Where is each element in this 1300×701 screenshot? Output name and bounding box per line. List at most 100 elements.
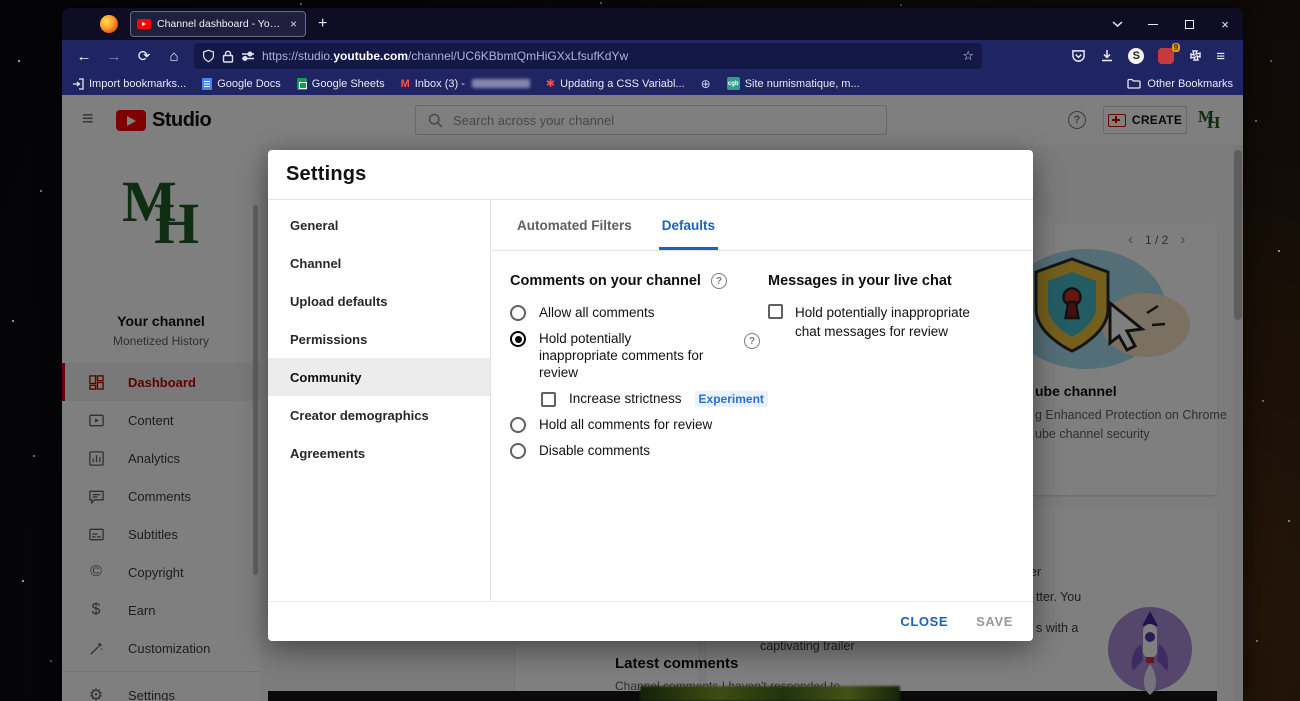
community-tabs: Automated Filters Defaults — [491, 200, 1033, 251]
option-label: Hold potentially inappropriate comments … — [539, 330, 711, 381]
settings-nav-general[interactable]: General — [268, 206, 490, 244]
app-menu-icon[interactable]: ≡ — [1216, 48, 1225, 65]
chevron-down-icon — [1112, 21, 1123, 27]
minimize-button[interactable] — [1135, 8, 1171, 40]
settings-dialog: Settings General Channel Upload defaults… — [268, 150, 1033, 641]
wallpaper-stars — [0, 0, 2, 2]
youtube-favicon — [137, 19, 151, 29]
close-window-button[interactable]: × — [1207, 8, 1243, 40]
bookmark-inbox[interactable]: M Inbox (3) - — [401, 78, 530, 90]
tab-defaults[interactable]: Defaults — [647, 200, 730, 250]
tab-automated-filters[interactable]: Automated Filters — [502, 200, 647, 250]
tab-close-icon[interactable]: × — [288, 17, 299, 31]
bookmark-globe[interactable]: ⊕ — [701, 77, 711, 91]
browser-tab[interactable]: Channel dashboard - YouTube × — [130, 11, 306, 37]
folder-icon — [1127, 78, 1141, 89]
tab-overflow-button[interactable] — [1099, 8, 1135, 40]
help-icon[interactable]: ? — [744, 333, 760, 349]
radio-icon[interactable] — [510, 443, 526, 459]
bookmark-label: Site numismatique, m... — [745, 78, 860, 90]
google-sheets-icon — [297, 78, 307, 90]
lock-icon[interactable] — [222, 50, 234, 63]
other-bookmarks-button[interactable]: Other Bookmarks — [1127, 78, 1233, 90]
maximize-button[interactable] — [1171, 8, 1207, 40]
bookmark-label: Import bookmarks... — [89, 78, 186, 90]
downloads-icon[interactable] — [1100, 49, 1114, 63]
experiment-badge: Experiment — [695, 391, 768, 407]
checkbox-icon[interactable] — [768, 304, 783, 319]
comments-section: Comments on your channel ? Allow all com… — [510, 273, 768, 601]
tracking-shield-icon[interactable] — [202, 49, 215, 63]
url-prefix: https://studio. — [262, 49, 333, 63]
dialog-footer: CLOSE SAVE — [268, 601, 1033, 641]
extension-s-icon[interactable]: S — [1128, 48, 1144, 64]
pocket-icon[interactable] — [1071, 49, 1086, 63]
defaults-content: Comments on your channel ? Allow all com… — [491, 251, 1033, 601]
url-bar[interactable]: https://studio.youtube.com/channel/UC6KB… — [194, 43, 982, 69]
save-button[interactable]: SAVE — [976, 614, 1013, 629]
bookmark-numismatique[interactable]: cgb Site numismatique, m... — [727, 77, 860, 90]
adblock-extension-icon[interactable]: 9 — [1158, 48, 1174, 64]
reload-button[interactable]: ⟳ — [130, 43, 158, 69]
bookmark-import[interactable]: Import bookmarks... — [72, 78, 186, 90]
option-hold-all-comments[interactable]: Hold all comments for review — [510, 416, 768, 433]
checkbox-icon[interactable] — [541, 392, 556, 407]
extensions-icon[interactable] — [1188, 49, 1202, 63]
close-icon: × — [1221, 17, 1229, 32]
back-button[interactable]: ← — [70, 43, 98, 69]
settings-nav-permissions[interactable]: Permissions — [268, 320, 490, 358]
settings-pane: Automated Filters Defaults Comments on y… — [490, 200, 1033, 601]
redacted-text — [472, 79, 530, 88]
bookmark-star-icon[interactable]: ☆ — [962, 48, 974, 64]
option-hold-chat-messages[interactable]: Hold potentially inappropriate chat mess… — [768, 303, 1009, 341]
toolbar-right-icons: S 9 ≡ — [1071, 48, 1235, 65]
help-icon[interactable]: ? — [711, 273, 727, 289]
url-domain: youtube.com — [333, 49, 408, 63]
s-letter: S — [1128, 48, 1144, 64]
new-tab-button[interactable]: + — [318, 15, 327, 33]
maximize-icon — [1185, 20, 1194, 29]
extension-badge: 9 — [1172, 43, 1180, 52]
settings-nav-upload-defaults[interactable]: Upload defaults — [268, 282, 490, 320]
permissions-icon[interactable] — [241, 51, 255, 61]
live-chat-heading: Messages in your live chat — [768, 273, 952, 289]
option-label: Hold all comments for review — [539, 416, 712, 433]
option-hold-inappropriate[interactable]: Hold potentially inappropriate comments … — [510, 330, 768, 381]
live-chat-section: Messages in your live chat Hold potentia… — [768, 273, 1009, 601]
option-increase-strictness[interactable]: Increase strictness Experiment — [541, 390, 768, 407]
strictness-label: Increase strictness — [569, 390, 682, 407]
option-disable-comments[interactable]: Disable comments — [510, 442, 768, 459]
url-text[interactable]: https://studio.youtube.com/channel/UC6KB… — [262, 49, 955, 63]
bookmarks-bar: Import bookmarks... Google Docs Google S… — [62, 72, 1243, 95]
cgb-icon: cgb — [727, 77, 740, 90]
comments-heading: Comments on your channel — [510, 273, 701, 289]
settings-nav-channel[interactable]: Channel — [268, 244, 490, 282]
firefox-icon[interactable] — [100, 15, 118, 33]
close-button[interactable]: CLOSE — [900, 614, 948, 629]
radio-icon[interactable] — [510, 305, 526, 321]
settings-nav-agreements[interactable]: Agreements — [268, 434, 490, 472]
bookmark-google-docs[interactable]: Google Docs — [202, 78, 281, 90]
bookmark-css-variable[interactable]: ✱ Updating a CSS Variabl... — [546, 77, 685, 90]
forward-button[interactable]: → — [100, 43, 128, 69]
bookmark-google-sheets[interactable]: Google Sheets — [297, 78, 385, 90]
settings-nav-creator-demographics[interactable]: Creator demographics — [268, 396, 490, 434]
dialog-body: General Channel Upload defaults Permissi… — [268, 200, 1033, 601]
asterisk-icon: ✱ — [546, 77, 555, 90]
settings-nav-community[interactable]: Community — [268, 358, 490, 396]
minimize-icon — [1148, 24, 1158, 25]
radio-selected-icon[interactable] — [510, 331, 526, 347]
browser-window: Channel dashboard - YouTube × + × ← → ⟳ … — [62, 8, 1243, 701]
other-bookmarks-label: Other Bookmarks — [1147, 78, 1233, 90]
dialog-header: Settings — [268, 150, 1033, 200]
dialog-title: Settings — [286, 163, 367, 186]
browser-titlebar: Channel dashboard - YouTube × + × — [62, 8, 1243, 40]
browser-toolbar: ← → ⟳ ⌂ https://studio.youtube.com/chann… — [62, 40, 1243, 72]
radio-icon[interactable] — [510, 417, 526, 433]
option-allow-all-comments[interactable]: Allow all comments — [510, 304, 768, 321]
google-docs-icon — [202, 78, 212, 90]
bookmark-label: Google Sheets — [312, 78, 385, 90]
home-button[interactable]: ⌂ — [160, 43, 188, 69]
gmail-icon: M — [401, 78, 410, 90]
option-label: Allow all comments — [539, 304, 655, 321]
